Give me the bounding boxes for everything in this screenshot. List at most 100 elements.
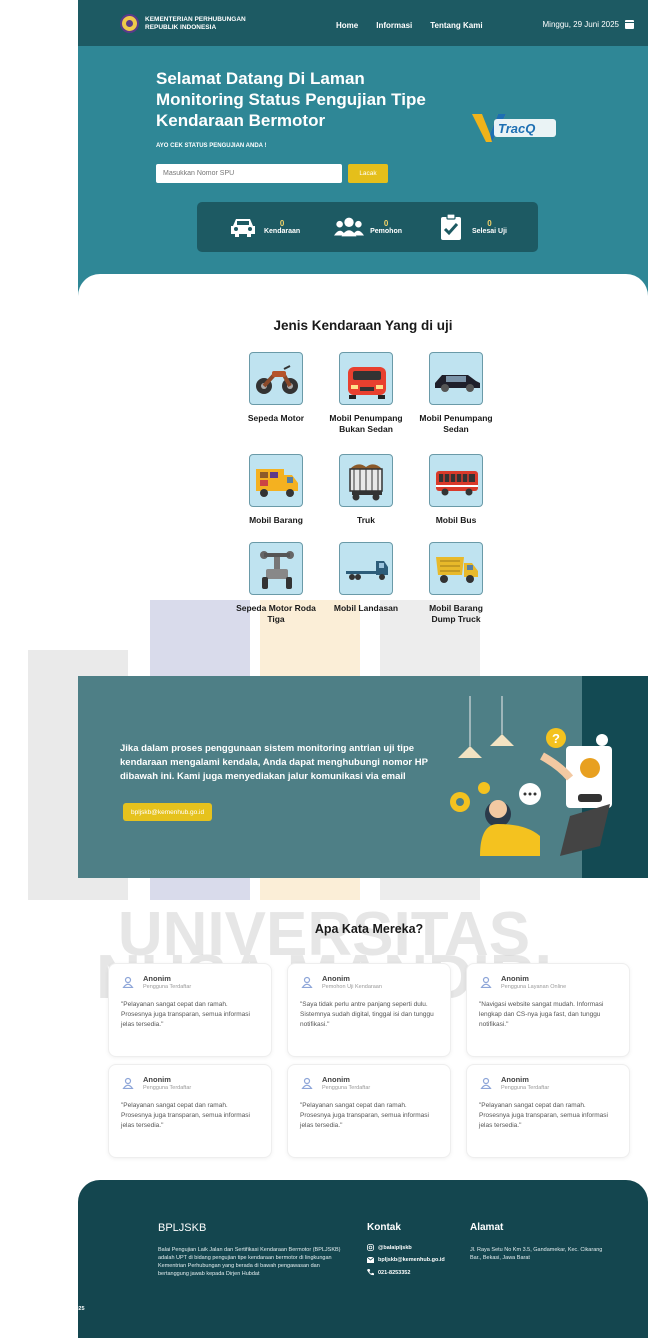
tricycle-icon — [249, 542, 303, 595]
car-icon — [228, 214, 258, 240]
vehicle-mobil-bukan-sedan[interactable]: Mobil Penumpang Bukan Sedan — [326, 352, 406, 435]
hero-title: Selamat Datang Di Laman Monitoring Statu… — [156, 69, 426, 130]
testimonials-title: Apa Kata Mereka? — [314, 922, 424, 936]
testimonial-quote: "Pelayanan sangat cepat dan ramah. Prose… — [121, 1001, 250, 1028]
contact-text: Jika dalam proses penggunaan sistem moni… — [120, 743, 428, 782]
mail-icon — [367, 1257, 374, 1263]
vehicle-dump-truck[interactable]: Mobil Barang Dump Truck — [416, 542, 496, 625]
user-avatar-icon — [479, 975, 493, 989]
truck-icon — [339, 454, 393, 507]
stat-kendaraan-label: Kendaraan — [263, 228, 301, 235]
vtracq-logo: TracQ — [472, 114, 556, 142]
testimonial-role: Pengguna Layanan Online — [501, 984, 567, 990]
vehicle-truk[interactable]: Truk — [326, 454, 406, 526]
testimonial-role: Pemohon Uji Kendaraan — [322, 984, 382, 990]
contact-instagram[interactable]: @balaipljskb — [367, 1244, 445, 1251]
sedan-icon — [429, 352, 483, 405]
nav-links: Home Informasi Tentang Kami — [336, 21, 483, 30]
testimonial-card: Anonim Pengguna Terdaftar "Pelayanan san… — [108, 1064, 272, 1158]
vehicle-mobil-sedan[interactable]: Mobil Penumpang Sedan — [416, 352, 496, 435]
vehicle-label: Sepeda Motor — [247, 413, 305, 423]
nav-informasi[interactable]: Informasi — [376, 21, 412, 30]
stat-selesai-uji: 0 Selesai Uji — [436, 213, 507, 240]
email-contact-button[interactable]: bpljskb@kemenhub.go.id — [123, 803, 213, 821]
footer-address: Jl. Raya Setu No Km 3.5, Gandamekar, Kec… — [470, 1247, 603, 1261]
vehicle-label: Sepeda Motor Roda Tiga — [236, 603, 316, 624]
minivan-icon — [339, 352, 393, 405]
testimonial-name: Anonim — [322, 974, 350, 983]
vehicle-label: Mobil Bus — [435, 515, 477, 525]
user-avatar-icon — [300, 1076, 314, 1090]
vehicle-sepeda-motor[interactable]: Sepeda Motor — [236, 352, 316, 424]
vehicle-label: Mobil Barang — [249, 515, 303, 525]
user-avatar-icon — [300, 975, 314, 989]
kemenhub-emblem-icon — [120, 14, 139, 33]
footer-contact-list: @balaipljskb bpljskb@kemenhub.go.id 021-… — [367, 1244, 445, 1282]
stat-kendaraan: 0 Kendaraan — [228, 214, 300, 240]
customer-support-illustration: ? — [450, 696, 612, 856]
testimonial-role: Pengguna Terdaftar — [322, 1085, 371, 1091]
testimonial-card: Anonim Pengguna Terdaftar "Pelayanan san… — [287, 1064, 451, 1158]
contact-phone-text: 021-8253352 — [378, 1269, 411, 1276]
testimonial-card: Anonim Pengguna Terdaftar "Pelayanan san… — [466, 1064, 630, 1158]
testimonial-name: Anonim — [501, 974, 529, 983]
contact-banner: Jika dalam proses penggunaan sistem moni… — [78, 676, 648, 878]
testimonial-card: Anonim Pemohon Uji Kendaraan "Saya tidak… — [287, 963, 451, 1057]
vehicle-mobil-landasan[interactable]: Mobil Landasan — [326, 542, 406, 614]
vehicle-label: Truk — [357, 515, 375, 525]
brand-text: KEMENTERIAN PERHUBUNGAN REPUBLIK INDONES… — [145, 16, 265, 32]
nav-home[interactable]: Home — [336, 21, 358, 30]
testimonial-name: Anonim — [322, 1075, 350, 1084]
footer: BPLJSKB Balai Pengujian Laik Jalan dan S… — [78, 1180, 648, 1338]
vehicle-label: Mobil Landasan — [333, 603, 399, 613]
stat-selesai-value: 0 — [487, 219, 492, 228]
vtracq-logo-text: TracQ — [498, 121, 535, 136]
brand[interactable]: KEMENTERIAN PERHUBUNGAN REPUBLIK INDONES… — [120, 14, 265, 33]
copyright-text: © Copyright BPLJSKB 2025 — [12, 1306, 85, 1312]
phone-icon — [367, 1269, 374, 1276]
brand-line2: REPUBLIK INDONESIA — [145, 23, 217, 31]
bus-icon — [429, 454, 483, 507]
current-date: Minggu, 29 Juni 2025 — [542, 20, 634, 29]
hero-subtitle: AYO CEK STATUS PENGUJIAN ANDA ! — [156, 143, 267, 149]
top-navbar: KEMENTERIAN PERHUBUNGAN REPUBLIK INDONES… — [78, 0, 648, 46]
testimonial-quote: "Navigasi website sangat mudah. Informas… — [479, 1001, 604, 1028]
user-avatar-icon — [121, 975, 135, 989]
stat-pemohon: 0 Pemohon — [334, 214, 402, 240]
hero-section: KEMENTERIAN PERHUBUNGAN REPUBLIK INDONES… — [78, 0, 648, 300]
testimonial-role: Pengguna Terdaftar — [501, 1085, 550, 1091]
testimonial-name: Anonim — [501, 1075, 529, 1084]
testimonial-name: Anonim — [143, 1075, 171, 1084]
svg-text:?: ? — [552, 731, 560, 746]
nav-tentang-kami[interactable]: Tentang Kami — [430, 21, 482, 30]
vehicles-title: Jenis Kendaraan Yang di uji — [273, 318, 453, 333]
testimonial-quote: "Pelayanan sangat cepat dan ramah. Prose… — [300, 1102, 429, 1129]
stat-pemohon-value: 0 — [383, 219, 389, 228]
vehicle-label: Mobil Penumpang Sedan — [419, 413, 493, 434]
stat-selesai-label: Selesai Uji — [471, 228, 507, 235]
vehicle-mobil-barang[interactable]: Mobil Barang — [236, 454, 316, 526]
spu-search-input[interactable] — [156, 164, 342, 183]
brand-line1: KEMENTERIAN PERHUBUNGAN — [145, 15, 246, 23]
stats-panel: 0 Kendaraan 0 Pemohon 0 Selesai Uji — [197, 202, 538, 252]
testimonial-quote: "Pelayanan sangat cepat dan ramah. Prose… — [121, 1102, 250, 1129]
contact-email[interactable]: bpljskb@kemenhub.go.id — [367, 1257, 445, 1263]
delivery-truck-icon — [249, 454, 303, 507]
clipboard-check-icon — [436, 213, 466, 240]
testimonial-quote: "Saya tidak perlu antre panjang seperti … — [300, 1001, 434, 1028]
testimonial-quote: "Pelayanan sangat cepat dan ramah. Prose… — [479, 1102, 608, 1129]
footer-brand: BPLJSKB — [158, 1222, 207, 1234]
testimonial-card: Anonim Pengguna Terdaftar "Pelayanan san… — [108, 963, 272, 1057]
stat-pemohon-label: Pemohon — [370, 228, 402, 235]
footer-address-title: Alamat — [470, 1222, 504, 1233]
track-button[interactable]: Lacak — [348, 164, 388, 183]
contact-phone[interactable]: 021-8253352 — [367, 1269, 445, 1276]
motorcycle-icon — [249, 352, 303, 405]
testimonial-role: Pengguna Terdaftar — [143, 1085, 192, 1091]
contact-instagram-text: @balaipljskb — [378, 1244, 412, 1251]
date-text: Minggu, 29 Juni 2025 — [542, 20, 620, 29]
vehicle-mobil-bus[interactable]: Mobil Bus — [416, 454, 496, 526]
vehicle-sepeda-motor-roda-tiga[interactable]: Sepeda Motor Roda Tiga — [236, 542, 316, 625]
users-icon — [334, 214, 365, 240]
footer-contact-title: Kontak — [367, 1222, 401, 1233]
